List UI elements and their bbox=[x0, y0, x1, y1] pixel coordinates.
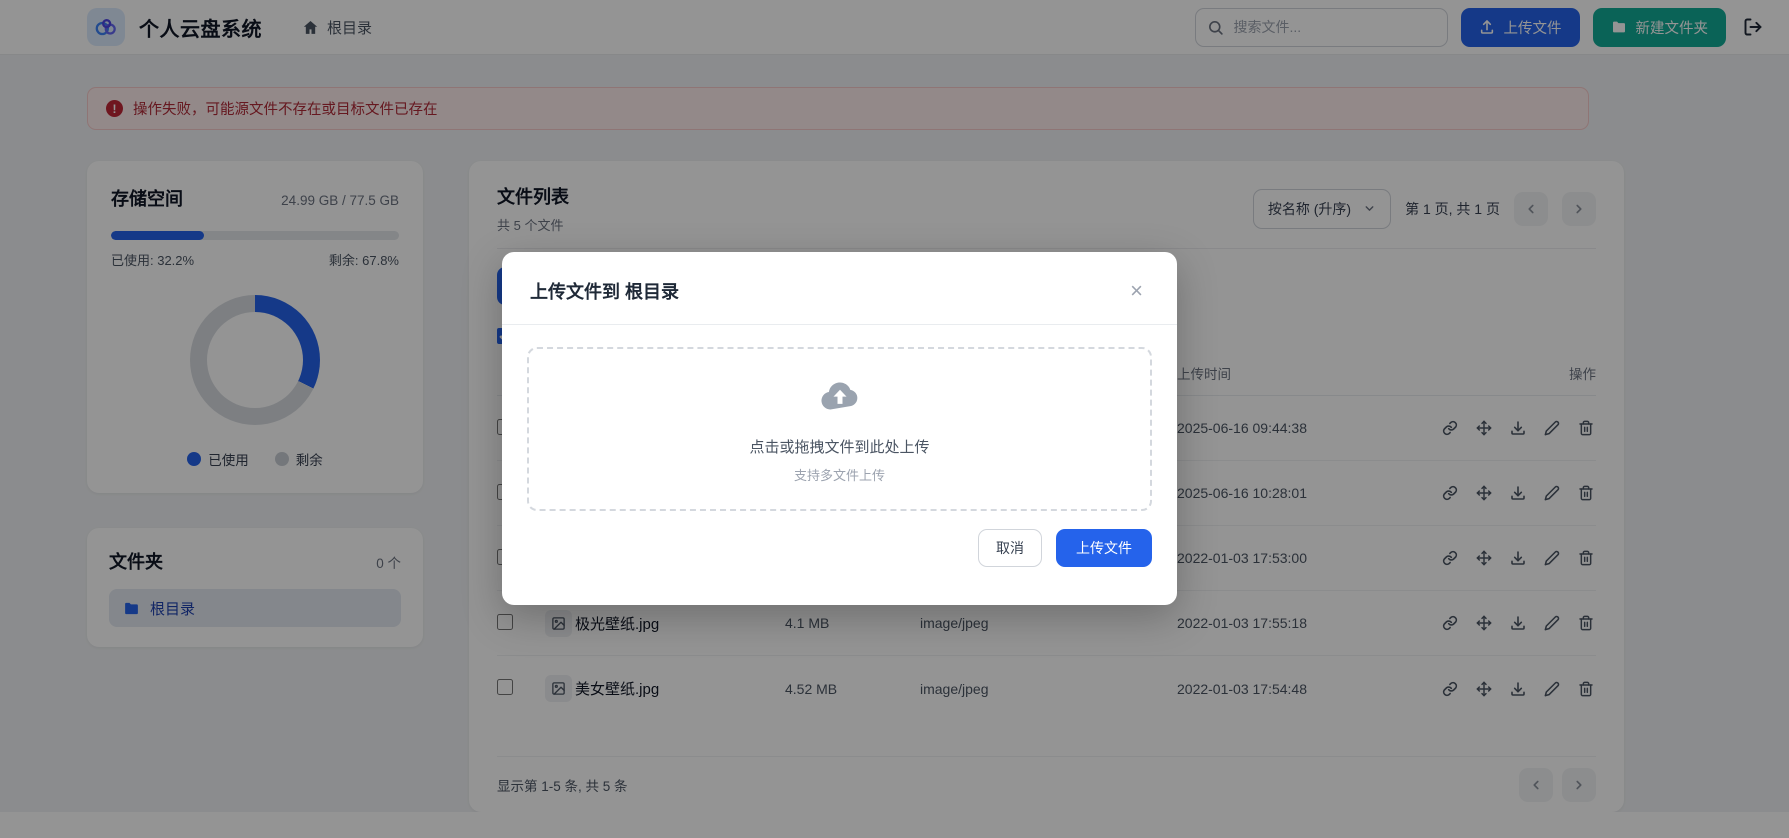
modal-title: 上传文件到 根目录 bbox=[530, 282, 680, 302]
confirm-upload-button[interactable]: 上传文件 bbox=[1056, 529, 1152, 567]
upload-modal: 上传文件到 根目录 × 点击或拖拽文件到此处上传 支持多文件上传 取消 上传文件 bbox=[502, 252, 1177, 605]
close-icon[interactable]: × bbox=[1124, 278, 1149, 304]
dropzone-hint: 支持多文件上传 bbox=[793, 468, 885, 483]
dropzone-text: 点击或拖拽文件到此处上传 bbox=[749, 439, 930, 456]
cancel-button[interactable]: 取消 bbox=[978, 529, 1042, 567]
cloud-upload-icon bbox=[817, 374, 863, 420]
upload-dropzone[interactable]: 点击或拖拽文件到此处上传 支持多文件上传 bbox=[527, 347, 1152, 511]
